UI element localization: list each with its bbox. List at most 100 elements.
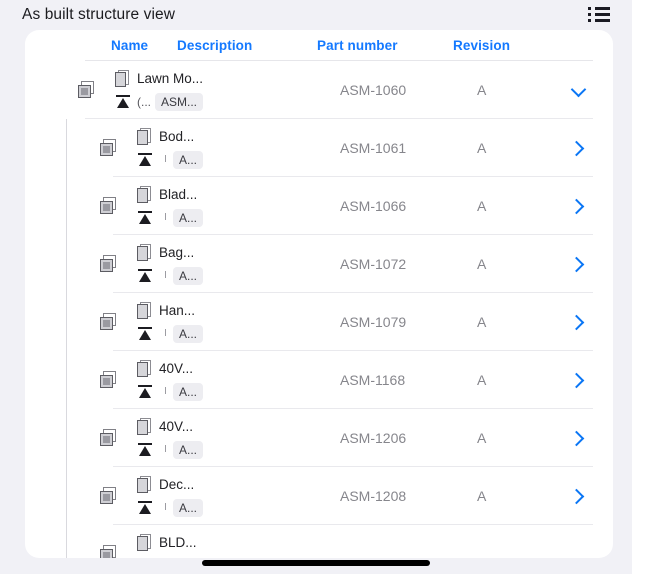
cube-thumbnail-icon — [100, 371, 118, 389]
tree-connector-line — [66, 525, 67, 558]
table-row[interactable]: Dec... A... ASM-1208 A — [25, 467, 613, 525]
chevron-right-icon[interactable] — [568, 488, 585, 505]
row-tick-marker — [165, 271, 166, 278]
tree-connector-line — [66, 467, 67, 525]
row-part-number: ASM-1072 — [340, 256, 407, 272]
list-icon-line — [595, 7, 610, 10]
part-document-icon — [137, 476, 153, 494]
row-revision: A — [477, 372, 487, 388]
column-header-part-number[interactable]: Part number — [317, 38, 398, 53]
chevron-right-icon[interactable] — [568, 140, 585, 157]
part-document-icon — [115, 70, 131, 88]
row-name: Bag... — [159, 245, 195, 260]
table-row[interactable]: BLD... — [25, 525, 613, 558]
row-tick-marker — [165, 329, 166, 336]
chevron-down-icon[interactable] — [570, 81, 587, 98]
row-name: Blad... — [159, 187, 198, 202]
row-name: 40V... — [159, 419, 194, 434]
structure-table-card: Name Description Part number Revision La… — [25, 30, 613, 558]
cube-thumbnail-icon — [100, 139, 118, 157]
row-part-number: ASM-1206 — [340, 430, 407, 446]
revision-marker-icon — [138, 152, 152, 166]
part-document-icon — [137, 186, 153, 204]
row-tick-marker — [165, 155, 166, 162]
row-tick-marker — [165, 213, 166, 220]
tree-connector-line — [66, 351, 67, 409]
list-icon-bullet — [588, 19, 591, 22]
part-document-icon — [137, 418, 153, 436]
tree-connector-line — [66, 235, 67, 293]
cube-thumbnail-icon — [100, 255, 118, 273]
row-name: 40V... — [159, 361, 194, 376]
revision-marker-icon — [138, 500, 152, 514]
table-row[interactable]: Bod... A... ASM-1061 A — [25, 119, 613, 177]
cube-thumbnail-icon — [100, 313, 118, 331]
row-revision: A — [477, 198, 487, 214]
column-header-name[interactable]: Name — [111, 38, 148, 53]
revision-marker-icon — [138, 268, 152, 282]
column-header-revision[interactable]: Revision — [453, 38, 510, 53]
row-tick-marker — [165, 503, 166, 510]
revision-badge[interactable]: A... — [173, 151, 204, 169]
revision-badge[interactable]: A... — [173, 441, 204, 459]
cube-thumbnail-icon — [100, 429, 118, 447]
chevron-right-icon[interactable] — [568, 372, 585, 389]
home-indicator — [202, 560, 430, 566]
tree-connector-line — [66, 177, 67, 235]
column-header-description[interactable]: Description — [177, 38, 252, 53]
cube-thumbnail-icon — [100, 197, 118, 215]
chevron-right-icon[interactable] — [568, 314, 585, 331]
row-name: Lawn Mo... — [137, 71, 204, 86]
row-part-number: ASM-1079 — [340, 314, 407, 330]
chevron-right-icon[interactable] — [568, 430, 585, 447]
part-document-icon — [137, 534, 153, 552]
revision-marker-icon — [116, 94, 130, 108]
revision-badge[interactable]: A... — [173, 267, 204, 285]
table-row[interactable]: Bag... A... ASM-1072 A — [25, 235, 613, 293]
row-name: Bod... — [159, 129, 195, 144]
row-revision: A — [477, 314, 487, 330]
row-name-prefix: (... — [137, 95, 151, 109]
chevron-right-icon[interactable] — [568, 256, 585, 273]
part-document-icon — [137, 128, 153, 146]
revision-badge[interactable]: A... — [173, 499, 204, 517]
list-icon-bullet — [588, 13, 591, 16]
revision-badge[interactable]: ASM... — [155, 93, 204, 111]
revision-marker-icon — [138, 442, 152, 456]
cube-thumbnail-icon — [100, 545, 118, 558]
row-revision: A — [477, 256, 487, 272]
page-title: As built structure view — [22, 6, 176, 23]
revision-marker-icon — [138, 210, 152, 224]
list-view-icon[interactable] — [588, 6, 610, 24]
row-revision: A — [477, 430, 487, 446]
row-part-number: ASM-1168 — [340, 372, 406, 388]
row-part-number: ASM-1066 — [340, 198, 407, 214]
table-row[interactable]: Lawn Mo... (... ASM... ASM-1060 A — [25, 61, 613, 119]
list-icon-line — [595, 13, 610, 16]
row-tick-marker — [165, 387, 166, 394]
list-icon-line — [595, 19, 610, 22]
row-revision: A — [477, 82, 487, 98]
table-row[interactable]: Blad... A... ASM-1066 A — [25, 177, 613, 235]
cube-thumbnail-icon — [78, 81, 96, 99]
tree-connector-line — [66, 293, 67, 351]
table-row[interactable]: 40V... A... ASM-1168 A — [25, 351, 613, 409]
row-part-number: ASM-1060 — [340, 82, 407, 98]
app-screen: As built structure view Name Description… — [0, 0, 632, 574]
revision-badge[interactable]: A... — [173, 209, 204, 227]
table-row[interactable]: 40V... A... ASM-1206 A — [25, 409, 613, 467]
tree-connector-line — [66, 119, 67, 177]
table-row[interactable]: Han... A... ASM-1079 A — [25, 293, 613, 351]
row-name: Dec... — [159, 477, 195, 492]
row-name: Han... — [159, 303, 196, 318]
row-part-number: ASM-1208 — [340, 488, 407, 504]
part-document-icon — [137, 302, 153, 320]
row-revision: A — [477, 140, 487, 156]
part-document-icon — [137, 244, 153, 262]
cube-thumbnail-icon — [100, 487, 118, 505]
revision-badge[interactable]: A... — [173, 325, 204, 343]
row-revision: A — [477, 488, 487, 504]
chevron-right-icon[interactable] — [568, 198, 585, 215]
revision-badge[interactable]: A... — [173, 383, 204, 401]
table-body: Lawn Mo... (... ASM... ASM-1060 A Bod... A... A… — [25, 61, 613, 558]
